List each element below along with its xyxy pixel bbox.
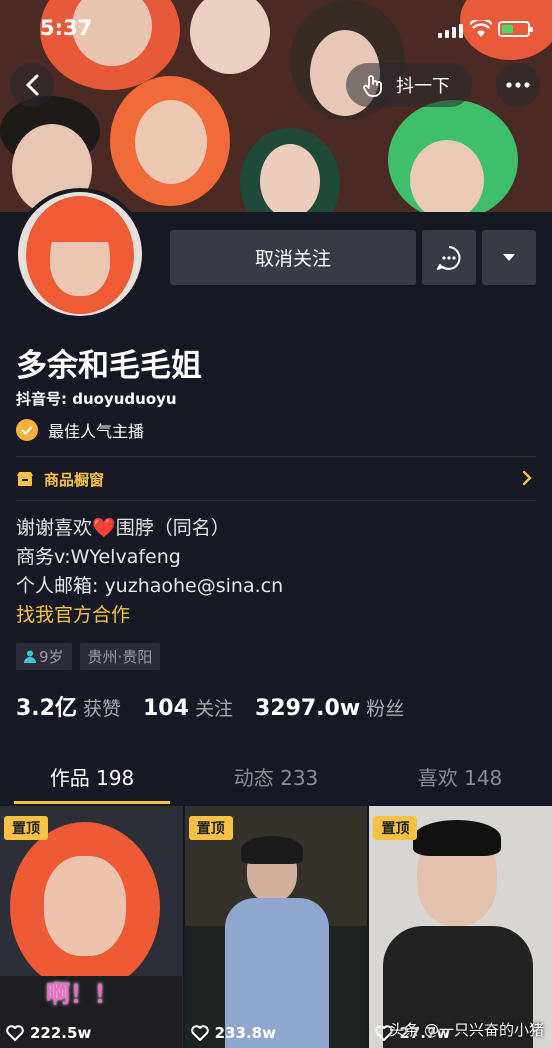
profile-banner: 5:37 抖一下	[0, 0, 552, 212]
following-label: 关注	[194, 698, 233, 720]
heart-icon: ❤️	[92, 517, 116, 539]
age-label: 9岁	[39, 648, 64, 666]
tab-works[interactable]: 作品 198	[0, 748, 184, 804]
bio-line: 谢谢喜欢❤️围脖（同名）	[16, 514, 283, 543]
bio: 谢谢喜欢❤️围脖（同名） 商务v:WYelvafeng 个人邮箱: yuzhao…	[16, 514, 283, 630]
signal-icon	[438, 24, 463, 38]
more-dots-icon	[506, 82, 530, 88]
profile-name: 多余和毛毛姐	[16, 348, 202, 384]
fans-stat[interactable]: 3297.0w 粉丝	[255, 694, 404, 721]
banner-face-decoration	[410, 140, 484, 212]
following-stat[interactable]: 104 关注	[143, 694, 233, 721]
video-thumbnail[interactable]: 置顶 27.7w 头条 @一只兴奋的小猪	[369, 806, 552, 1048]
caret-down-icon	[503, 254, 515, 261]
video-grid: 置顶 啊！！ 222.5w 置顶 233.8w 置顶 27.7w 头条 @一只兴…	[0, 806, 552, 1048]
douyin-id: 抖音号: duoyuduoyu	[16, 390, 177, 408]
shake-label: 抖一下	[396, 76, 450, 97]
bio-text: 围脖（同名）	[115, 517, 230, 539]
award-badge: 最佳人气主播	[16, 418, 144, 442]
person-icon	[24, 650, 36, 663]
verified-check-icon	[16, 419, 38, 441]
chevron-right-icon	[522, 470, 532, 486]
chat-bubble-icon	[437, 245, 461, 270]
profile-tags: 9岁 贵州·贵阳	[16, 643, 161, 670]
following-count: 104	[143, 696, 189, 721]
status-time: 5:37	[40, 16, 93, 40]
avatar[interactable]	[14, 188, 146, 320]
message-button[interactable]	[422, 230, 476, 285]
unfollow-button[interactable]: 取消关注	[170, 230, 416, 285]
video-overlay-text: 啊！！	[46, 980, 118, 1008]
pinned-badge: 置顶	[4, 816, 48, 840]
bio-line: 商务v:WYelvafeng	[16, 546, 181, 568]
likes-count: 222.5w	[30, 1024, 92, 1042]
heart-outline-icon	[6, 1025, 24, 1041]
avatar-image	[18, 192, 142, 316]
video-likes: 233.8w	[190, 1024, 276, 1042]
shop-icon	[17, 472, 33, 486]
back-arrow-icon	[25, 74, 39, 96]
status-bar: 5:37	[0, 0, 552, 60]
age-tag: 9岁	[16, 643, 72, 670]
bio-text: 谢谢喜欢	[16, 517, 93, 539]
watermark: 头条 @一只兴奋的小猪	[389, 1021, 545, 1039]
video-thumbnail[interactable]: 置顶 啊！！ 222.5w	[0, 806, 183, 1048]
tab-likes[interactable]: 喜欢 148	[368, 748, 552, 804]
battery-icon	[498, 21, 533, 37]
tab-activity[interactable]: 动态 233	[184, 748, 368, 804]
pinned-badge: 置顶	[188, 816, 233, 840]
banner-face-decoration	[260, 144, 320, 212]
likes-label: 获赞	[82, 698, 121, 720]
location-tag: 贵州·贵阳	[79, 643, 161, 670]
more-options-button[interactable]	[496, 63, 540, 107]
fans-label: 粉丝	[366, 698, 405, 720]
likes-count: 233.8w	[214, 1024, 276, 1042]
divider	[16, 456, 536, 457]
divider	[16, 500, 536, 501]
wifi-icon	[470, 20, 492, 37]
content-tabs: 作品 198 动态 233 喜欢 148	[0, 748, 552, 804]
hand-tap-icon	[363, 75, 382, 97]
pinned-badge: 置顶	[373, 816, 418, 840]
award-label: 最佳人气主播	[48, 422, 145, 441]
back-button[interactable]	[10, 63, 54, 107]
bio-line: 个人邮箱: yuzhaohe@sina.cn	[16, 575, 284, 597]
likes-count: 3.2亿	[16, 696, 77, 721]
shake-button[interactable]: 抖一下	[346, 63, 472, 107]
heart-outline-icon	[190, 1025, 209, 1041]
profile-stats: 3.2亿 获赞 104 关注 3297.0w 粉丝	[16, 690, 404, 722]
shop-window-row[interactable]: 商品橱窗	[16, 458, 536, 500]
banner-face-decoration	[135, 100, 207, 184]
likes-stat[interactable]: 3.2亿 获赞	[16, 690, 121, 722]
official-cooperation-link[interactable]: 找我官方合作	[16, 601, 283, 630]
expand-dropdown-button[interactable]	[482, 230, 536, 285]
video-likes: 222.5w	[6, 1024, 91, 1042]
shop-window-label: 商品橱窗	[44, 470, 105, 489]
video-thumbnail[interactable]: 置顶 233.8w	[184, 806, 368, 1048]
fans-count: 3297.0w	[254, 696, 361, 721]
